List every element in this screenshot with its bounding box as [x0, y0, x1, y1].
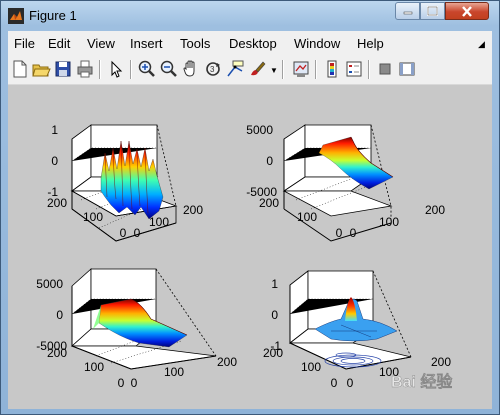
subplot-2-x-tick: 0 [350, 226, 357, 240]
close-icon [462, 5, 472, 17]
show-plot-tools-icon[interactable] [397, 59, 417, 79]
insert-legend-icon[interactable] [344, 59, 364, 79]
subplot-1-y-tick: 100 [83, 210, 103, 224]
insert-colorbar-icon[interactable] [322, 59, 342, 79]
subplot-1-x-tick: 0 [134, 226, 141, 240]
minimize-icon [403, 11, 412, 15]
subplot-3-x-tick: 100 [164, 365, 184, 379]
subplot-4-y-tick: 0 [331, 376, 338, 390]
subplot-4-y-tick: 100 [301, 360, 321, 374]
subplot-2-y-tick: 200 [259, 196, 279, 210]
subplot-3-x-tick: 200 [217, 355, 237, 369]
subplot-2[interactable]: 5000 0 -5000 0 100 200 0 100 200 [246, 123, 445, 242]
brush-icon[interactable] [247, 59, 267, 79]
subplot-4-x-tick: 200 [431, 355, 451, 369]
zoom-in-icon[interactable] [137, 59, 157, 79]
subplot-4-z-tick: 0 [271, 308, 278, 322]
print-icon[interactable] [75, 59, 95, 79]
minimize-button[interactable] [395, 2, 420, 20]
subplot-3[interactable]: 5000 0 -5000 0 100 200 0 100 200 [36, 268, 237, 390]
window-title: Figure 1 [29, 8, 77, 23]
toolbar-separator [368, 60, 370, 79]
link-plot-icon[interactable] [291, 59, 311, 79]
maximize-icon [427, 6, 438, 16]
subplot-1-z-tick: 0 [51, 154, 58, 168]
svg-text:3: 3 [210, 65, 215, 74]
subplot-2-z-tick: 5000 [246, 123, 273, 137]
toolbar-separator [99, 60, 101, 79]
figure-toolbar: 3 ▼ [8, 56, 492, 85]
menu-window[interactable]: Window [294, 36, 340, 51]
watermark-text: Bai 经验 [391, 372, 453, 391]
subplot-4[interactable]: 1 0 -1 0 100 200 0 100 200 [263, 270, 451, 390]
menu-desktop[interactable]: Desktop [229, 36, 277, 51]
hide-plot-tools-icon[interactable] [375, 59, 395, 79]
subplot-2-y-tick: 0 [336, 226, 343, 240]
subplot-1-x-tick: 100 [149, 215, 169, 229]
subplot-2-z-tick: 0 [266, 154, 273, 168]
subplot-1-y-tick: 0 [120, 226, 127, 240]
subplot-1-x-tick: 200 [183, 203, 203, 217]
data-cursor-icon[interactable] [225, 59, 245, 79]
menubar-overflow-icon[interactable]: ◢ [478, 39, 485, 50]
subplot-3-y-tick: 100 [84, 360, 104, 374]
subplot-2-y-tick: 100 [297, 210, 317, 224]
subplot-3-z-tick: 0 [56, 308, 63, 322]
subplot-4-z-tick: 1 [271, 277, 278, 291]
pan-hand-icon[interactable] [181, 59, 201, 79]
title-bar[interactable]: Figure 1 [1, 1, 499, 31]
save-icon[interactable] [53, 59, 73, 79]
rotate-3d-icon[interactable]: 3 [203, 59, 223, 79]
maximize-button[interactable] [420, 2, 445, 20]
menu-tools[interactable]: Tools [180, 36, 210, 51]
subplot-4-y-tick: 200 [263, 346, 283, 360]
matlab-logo-icon [8, 8, 24, 24]
toolbar-separator [282, 60, 284, 79]
subplot-1[interactable]: 1 0 -1 0 100 200 0 100 200 [47, 123, 203, 242]
subplot-4-x-tick: 0 [347, 376, 354, 390]
menu-edit[interactable]: Edit [48, 36, 70, 51]
brush-dropdown-icon[interactable]: ▼ [270, 66, 278, 75]
subplot-2-x-tick: 200 [425, 203, 445, 217]
plot-area: 1 0 -1 0 100 200 0 100 200 5000 0 -5000 … [8, 85, 492, 409]
watermark: Bai 经验 [391, 372, 454, 391]
new-figure-icon[interactable] [10, 59, 30, 79]
zoom-out-icon[interactable] [159, 59, 179, 79]
menu-file[interactable]: File [14, 36, 35, 51]
subplot-3-z-tick: 5000 [36, 277, 63, 291]
edit-plot-arrow-icon[interactable] [106, 59, 126, 79]
subplot-2-x-tick: 100 [379, 215, 399, 229]
subplot-3-x-tick: 0 [131, 376, 138, 390]
figure-window: Figure 1 File Edit View Insert Tools Des… [0, 0, 500, 415]
plots-canvas: 1 0 -1 0 100 200 0 100 200 5000 0 -5000 … [36, 123, 454, 391]
open-file-icon[interactable] [31, 59, 51, 79]
close-button[interactable] [445, 2, 489, 20]
subplot-3-y-tick: 200 [47, 346, 67, 360]
menu-help[interactable]: Help [357, 36, 384, 51]
figure-client-area: File Edit View Insert Tools Desktop Wind… [8, 31, 492, 409]
toolbar-separator [130, 60, 132, 79]
subplot-3-y-tick: 0 [118, 376, 125, 390]
menu-insert[interactable]: Insert [130, 36, 163, 51]
subplot-1-z-tick: 1 [51, 123, 58, 137]
menu-bar: File Edit View Insert Tools Desktop Wind… [8, 31, 492, 56]
subplot-1-y-tick: 200 [47, 196, 67, 210]
toolbar-separator [315, 60, 317, 79]
menu-view[interactable]: View [87, 36, 115, 51]
